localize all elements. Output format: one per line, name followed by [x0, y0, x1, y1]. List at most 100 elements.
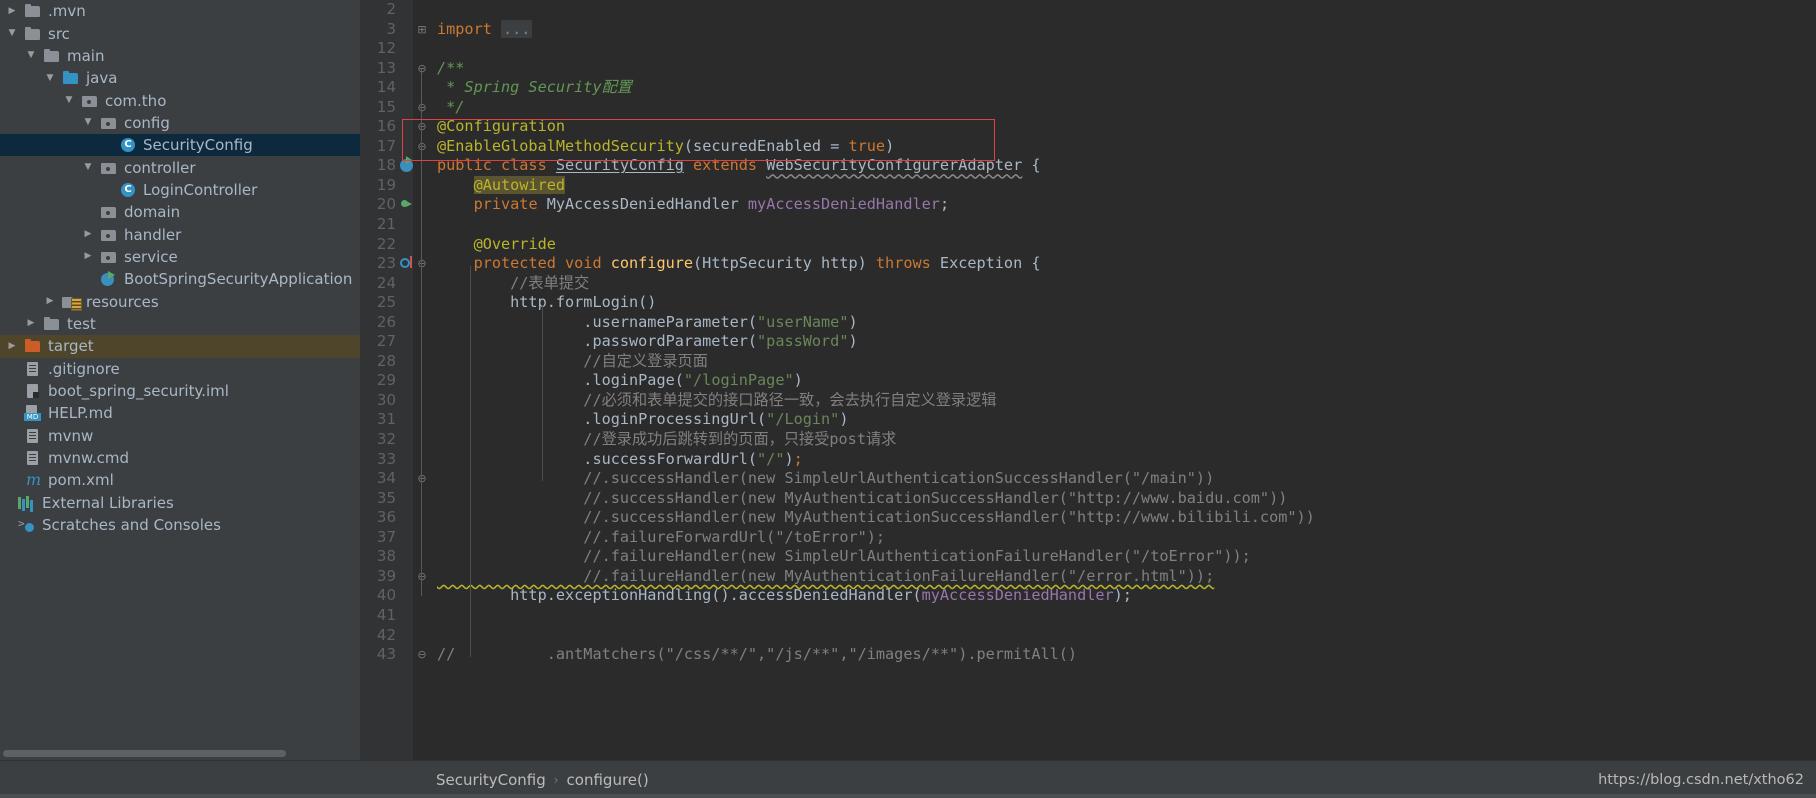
fold-toggle-icon[interactable]: ⊞ — [413, 20, 431, 40]
sidebar-scrollbar-thumb[interactable] — [3, 750, 286, 757]
code-line[interactable]: 22 @Override — [360, 235, 1816, 255]
tree-item-main[interactable]: ▼ main — [0, 45, 360, 67]
chevron-right-icon[interactable]: ▶ — [6, 6, 18, 16]
code-line[interactable]: 2 — [360, 0, 1816, 20]
tree-item-bootspringsecurityapplication[interactable]: BootSpringSecurityApplication — [0, 268, 360, 290]
code-line[interactable]: 36 //.successHandler(new MyAuthenticatio… — [360, 508, 1816, 528]
breadcrumb-item[interactable]: SecurityConfig — [436, 771, 546, 789]
tree-item-config[interactable]: ▼ config — [0, 112, 360, 134]
fold-toggle-icon[interactable]: ⊖ — [413, 137, 431, 157]
editor-pane[interactable]: 2 3 ⊞ import ... 12 13 ⊖/** 14 * Spring Securit… — [360, 0, 1816, 760]
code-line[interactable]: 29 .loginPage("/loginPage") — [360, 371, 1816, 391]
code-line[interactable]: 21 — [360, 215, 1816, 235]
breadcrumb[interactable]: SecurityConfig › configure() — [436, 771, 649, 789]
code-line[interactable]: 3 ⊞ import ... — [360, 19, 1816, 40]
tree-item-src[interactable]: ▼ src — [0, 22, 360, 44]
gutter-override-icon[interactable] — [400, 254, 413, 274]
tree-item-external-libraries[interactable]: External Libraries — [0, 492, 360, 514]
tree-item-target[interactable]: ▶ target — [0, 335, 360, 358]
tree-item-service[interactable]: ▶ service — [0, 246, 360, 268]
code-line[interactable]: 15 ⊖ */ — [360, 98, 1816, 118]
gutter-empty — [400, 469, 413, 489]
line-number: 29 — [376, 371, 396, 390]
code-line[interactable]: 16 ⊖ @Configuration — [360, 117, 1816, 137]
chevron-down-icon[interactable]: ▼ — [44, 73, 56, 83]
fold-toggle-icon[interactable]: ⊖ — [413, 254, 431, 274]
fold-toggle-icon[interactable]: ⊖ — [413, 567, 431, 587]
code-line[interactable]: 23 ⊖ protected void configure(HttpSecurit… — [360, 254, 1816, 274]
tree-item-com-tho[interactable]: ▼ com.tho — [0, 89, 360, 111]
fold-toggle-icon[interactable]: ⊖ — [413, 645, 431, 665]
code-line[interactable]: 35 //.successHandler(new MyAuthenticatio… — [360, 489, 1816, 509]
code-text: .passwordParameter("passWord") — [431, 332, 857, 352]
chevron-down-icon[interactable]: ▼ — [6, 29, 18, 38]
tree-item-java[interactable]: ▼ java — [0, 67, 360, 89]
chevron-right-icon[interactable]: ▶ — [82, 230, 94, 239]
chevron-down-icon[interactable]: ▼ — [82, 118, 94, 127]
tree-item-securityconfig[interactable]: SecurityConfig — [0, 134, 360, 157]
breadcrumb-item[interactable]: configure() — [567, 771, 649, 789]
code-line[interactable]: 41 — [360, 606, 1816, 626]
code-line[interactable]: 24 //表单提交 — [360, 274, 1816, 294]
code-line[interactable]: 34 ⊖ //.successHandler(new SimpleUrlAuthe… — [360, 469, 1816, 489]
code-line[interactable]: 28 //自定义登录页面 — [360, 352, 1816, 372]
code-line[interactable]: 25 http.formLogin() — [360, 293, 1816, 313]
gutter-empty — [400, 586, 413, 606]
tree-item-boot-spring-security-iml[interactable]: boot_spring_security.iml — [0, 380, 360, 402]
tree-item-mvn[interactable]: ▶ .mvn — [0, 0, 360, 22]
tree-item-test[interactable]: ▶ test — [0, 313, 360, 335]
code-line[interactable]: 37 //.failureForwardUrl("/toError"); — [360, 528, 1816, 548]
code-line[interactable]: 13 ⊖ /** — [360, 59, 1816, 79]
code-line[interactable]: 33 .successForwardUrl("/"); — [360, 450, 1816, 470]
gutter-empty — [400, 410, 413, 430]
code-line[interactable]: 42 — [360, 626, 1816, 646]
tree-item-gitignore[interactable]: .gitignore — [0, 358, 360, 380]
gutter-arrow-icon[interactable] — [400, 195, 413, 215]
code-line[interactable]: 31 .loginProcessingUrl("/Login") — [360, 410, 1816, 430]
code-line[interactable]: 12 — [360, 39, 1816, 59]
code-text: //.failureForwardUrl("/toError"); — [431, 528, 885, 548]
chevron-down-icon[interactable]: ▼ — [63, 96, 75, 105]
fold-toggle-icon[interactable]: ⊖ — [413, 98, 431, 118]
code-line[interactable]: 32 //登录成功后跳转到的页面，只接受post请求 — [360, 430, 1816, 450]
fold-toggle-icon[interactable]: ⊖ — [413, 117, 431, 137]
sidebar-horizontal-scrollbar[interactable] — [0, 749, 360, 758]
code-line[interactable]: 27 .passwordParameter("passWord") — [360, 332, 1816, 352]
chevron-right-icon[interactable]: ▶ — [25, 319, 37, 328]
tree-item-help-md[interactable]: HELP.md — [0, 402, 360, 424]
code-line[interactable]: 17 ⊖ @EnableGlobalMethodSecurity(securedEn… — [360, 137, 1816, 157]
code-line[interactable]: 26 .usernameParameter("userName") — [360, 313, 1816, 333]
tree-item-resources[interactable]: ▶ resources — [0, 290, 360, 312]
fold-toggle-icon[interactable]: ⊖ — [413, 469, 431, 489]
chevron-right-icon[interactable]: ▶ — [82, 252, 94, 261]
code-token: true — [848, 136, 886, 155]
iml-file-icon — [24, 383, 43, 399]
code-line[interactable]: 39 ⊖ //.failureHandler(new MyAuthenticati… — [360, 567, 1816, 587]
tree-item-mvnw-cmd[interactable]: mvnw.cmd — [0, 447, 360, 469]
tree-item-controller[interactable]: ▼ controller — [0, 156, 360, 178]
gutter-bean-icon[interactable] — [400, 156, 413, 176]
tree-item-scratches-and-consoles[interactable]: Scratches and Consoles — [0, 514, 360, 536]
tree-item-mvnw[interactable]: mvnw — [0, 425, 360, 447]
code-line[interactable]: 43 ⊖ // .antMatchers("/css/**/","/js/**","… — [360, 645, 1816, 665]
code-line[interactable]: 38 //.failureHandler(new SimpleUrlAuthen… — [360, 547, 1816, 567]
tree-item-handler[interactable]: ▶ handler — [0, 223, 360, 245]
code-line[interactable]: 18 public class SecurityConfig extends We… — [360, 156, 1816, 176]
code-line[interactable]: 19 @Autowired — [360, 175, 1816, 196]
tree-item-pom-xml[interactable]: pom.xml — [0, 469, 360, 491]
code-line[interactable]: 30 //必须和表单提交的接口路径一致，会去执行自定义登录逻辑 — [360, 391, 1816, 411]
code-line[interactable]: 14 * Spring Security配置 — [360, 78, 1816, 98]
code-content[interactable]: 2 3 ⊞ import ... 12 13 ⊖/** 14 * Spring Securit… — [360, 0, 1816, 760]
project-sidebar[interactable]: ▶ .mvn ▼ src ▼ main ▼ java ▼ com.tho ▼ config Securi… — [0, 0, 360, 760]
code-token: myAccessDeniedHandler — [921, 586, 1114, 605]
tree-item-domain[interactable]: domain — [0, 201, 360, 223]
chevron-right-icon[interactable]: ▶ — [6, 341, 18, 351]
tree-item-logincontroller[interactable]: LoginController — [0, 179, 360, 201]
chevron-right-icon[interactable]: ▶ — [44, 297, 56, 306]
project-tree[interactable]: ▶ .mvn ▼ src ▼ main ▼ java ▼ com.tho ▼ config Securi… — [0, 0, 360, 536]
chevron-down-icon[interactable]: ▼ — [25, 51, 37, 60]
code-line[interactable]: 20 private MyAccessDeniedHandler myAcces… — [360, 195, 1816, 215]
code-line[interactable]: 40 http.exceptionHandling().accessDenied… — [360, 586, 1816, 606]
chevron-down-icon[interactable]: ▼ — [82, 163, 94, 172]
fold-toggle-icon[interactable]: ⊖ — [413, 59, 431, 79]
